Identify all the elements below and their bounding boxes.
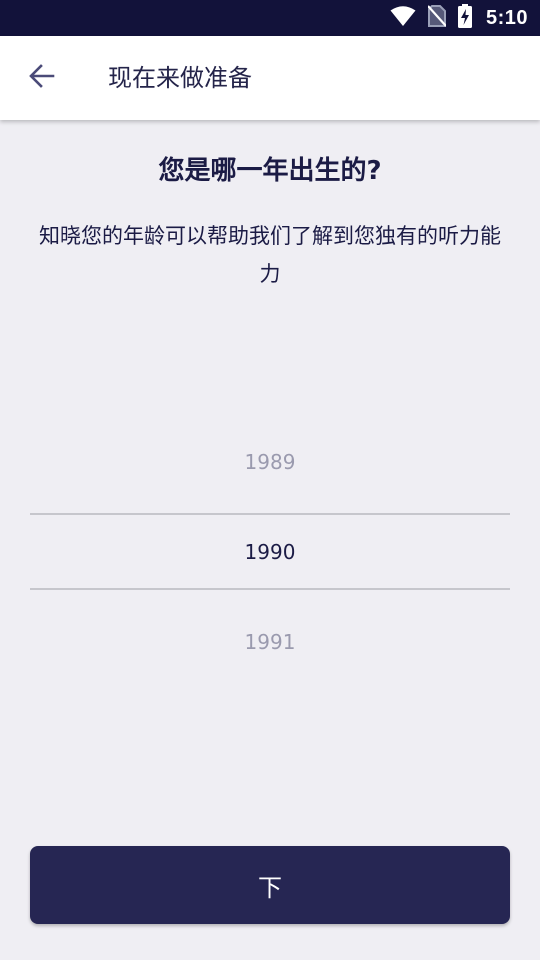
- question-heading: 您是哪一年出生的?: [158, 156, 382, 186]
- arrow-left-icon: [29, 64, 55, 92]
- wifi-icon: [390, 5, 416, 31]
- description-text: 知晓您的年龄可以帮助我们了解到您独有的听力能力: [39, 224, 501, 286]
- next-button[interactable]: 下: [30, 846, 510, 924]
- battery-charging-icon: [457, 4, 472, 32]
- main-content: 您是哪一年出生的? 知晓您的年龄可以帮助我们了解到您独有的听力能力 1989 1…: [0, 120, 540, 960]
- back-button[interactable]: [18, 54, 66, 102]
- picker-divider-bottom: [30, 588, 510, 590]
- no-sim-icon: [427, 5, 447, 31]
- app-bar: 现在来做准备: [0, 36, 540, 120]
- picker-item-selected[interactable]: 1990: [30, 507, 510, 597]
- status-bar: 5:10: [0, 0, 540, 36]
- status-time: 5:10: [485, 6, 528, 29]
- year-picker[interactable]: 1989 1990 1991: [30, 417, 510, 687]
- next-button-label: 下: [258, 873, 282, 902]
- status-icons: 5:10: [390, 0, 528, 36]
- picker-item-next[interactable]: 1991: [30, 597, 510, 687]
- page-title: 现在来做准备: [108, 64, 252, 92]
- picker-item-previous[interactable]: 1989: [30, 417, 510, 507]
